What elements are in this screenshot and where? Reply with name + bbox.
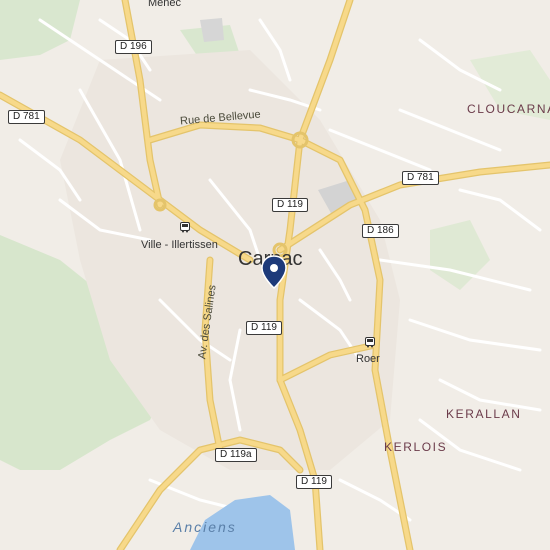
road-shield-d119a: D 119a: [215, 448, 257, 462]
road-shield-d119-north: D 119: [272, 198, 308, 212]
map-canvas[interactable]: D 196 D 781 D 781 D 119 D 186 D 119 D 11…: [0, 0, 550, 550]
bus-stop-label-roer: Roer: [356, 353, 380, 365]
place-label-kerallan: KERALLAN: [446, 407, 522, 421]
park-area: [430, 220, 490, 290]
bus-stop-icon[interactable]: [365, 337, 375, 348]
bus-stop-label-ville: Ville - Illertissen: [141, 239, 218, 251]
bus-stop-icon[interactable]: [180, 222, 190, 233]
place-label-kerlois: KERLOIS: [384, 440, 448, 454]
road-shield-d196: D 196: [115, 40, 152, 54]
location-pin-icon[interactable]: [261, 255, 287, 289]
road-shield-d119-south: D 119: [296, 475, 332, 489]
road-shield-d781-east: D 781: [402, 171, 439, 185]
water-label-anciens: Anciens: [173, 519, 237, 535]
place-label-menec: Menec: [148, 0, 182, 9]
road-shield-d186: D 186: [362, 224, 399, 238]
park-area: [0, 0, 80, 60]
road-shield-d781-west: D 781: [8, 110, 45, 124]
road-shield-d119-center: D 119: [246, 321, 282, 335]
building-block: [200, 18, 224, 42]
place-label-cloucarnac: CLOUCARNAC: [467, 102, 550, 116]
